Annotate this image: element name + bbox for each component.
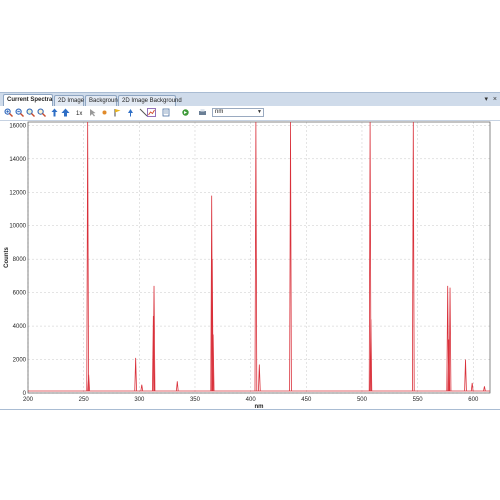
flag-icon[interactable] [113, 108, 122, 117]
move-up-icon[interactable] [61, 108, 70, 117]
tab-2d-image-background[interactable]: 2D Image Background [118, 95, 182, 106]
y-axis-title: Counts [4, 247, 10, 268]
spectrum-plot[interactable]: 200 250 300 350 400 450 500 550 6000200040006000… [0, 121, 500, 409]
tab-background[interactable]: Background [85, 95, 121, 106]
chevron-down-icon: ▼ [257, 109, 262, 115]
tab-current-spectra[interactable]: Current Spectra [3, 94, 53, 106]
close-icon[interactable]: × [493, 96, 497, 103]
y-tick-label: 12000 [9, 190, 26, 196]
export-icon[interactable] [181, 108, 190, 117]
print-icon[interactable] [198, 108, 207, 117]
y-tick-label: 4000 [13, 324, 27, 330]
x-tick-label: 350 [190, 397, 201, 403]
unit-select[interactable]: nm ▼ [212, 108, 264, 117]
chart-type-icon[interactable] [147, 108, 156, 117]
zoom-in-icon[interactable] [4, 108, 13, 117]
toolbar: 1x nm ▼ [0, 106, 500, 121]
window-controls: ▾ × [481, 95, 497, 103]
svg-text:1x: 1x [76, 111, 82, 117]
x-tick-label: 300 [134, 397, 145, 403]
layers-icon[interactable] [162, 108, 171, 117]
x-axis-title: nm [255, 404, 264, 409]
cursor-icon[interactable] [88, 108, 97, 117]
scale-icon[interactable]: 1x [76, 108, 85, 117]
y-tick-label: 14000 [9, 157, 26, 163]
y-tick-label: 2000 [13, 358, 27, 364]
marker-icon[interactable] [100, 108, 109, 117]
tab-bar: Current Spectra 2D Image Background 2D I… [0, 94, 500, 106]
zoom-out-icon[interactable] [15, 108, 24, 117]
y-tick-label: 8000 [13, 257, 27, 263]
x-tick-label: 600 [468, 397, 479, 403]
spectra-window: Current Spectra 2D Image Background 2D I… [0, 92, 500, 410]
dropdown-icon[interactable]: ▾ [484, 96, 488, 103]
peak-icon[interactable] [126, 108, 135, 117]
x-tick-label: 250 [79, 397, 90, 403]
x-tick-label: 500 [357, 397, 368, 403]
tab-2d-image[interactable]: 2D Image [54, 95, 84, 106]
plot-area [28, 122, 490, 393]
x-tick-label: 400 [246, 397, 257, 403]
y-tick-label: 10000 [9, 224, 26, 230]
x-tick-label: 200 [23, 397, 34, 403]
spectrum-chart[interactable]: 200 250 300 350 400 450 500 550 600 0 2000 4000 6000… [0, 121, 500, 409]
pan-icon[interactable] [50, 108, 59, 117]
x-tick-label: 550 [413, 397, 424, 403]
y-tick-label: 6000 [13, 291, 27, 297]
zoom-reset-icon[interactable] [37, 108, 46, 117]
unit-select-value: nm [215, 109, 224, 115]
x-tick-label: 450 [301, 397, 312, 403]
zoom-region-icon[interactable] [26, 108, 35, 117]
y-tick-label: 16000 [9, 123, 26, 129]
